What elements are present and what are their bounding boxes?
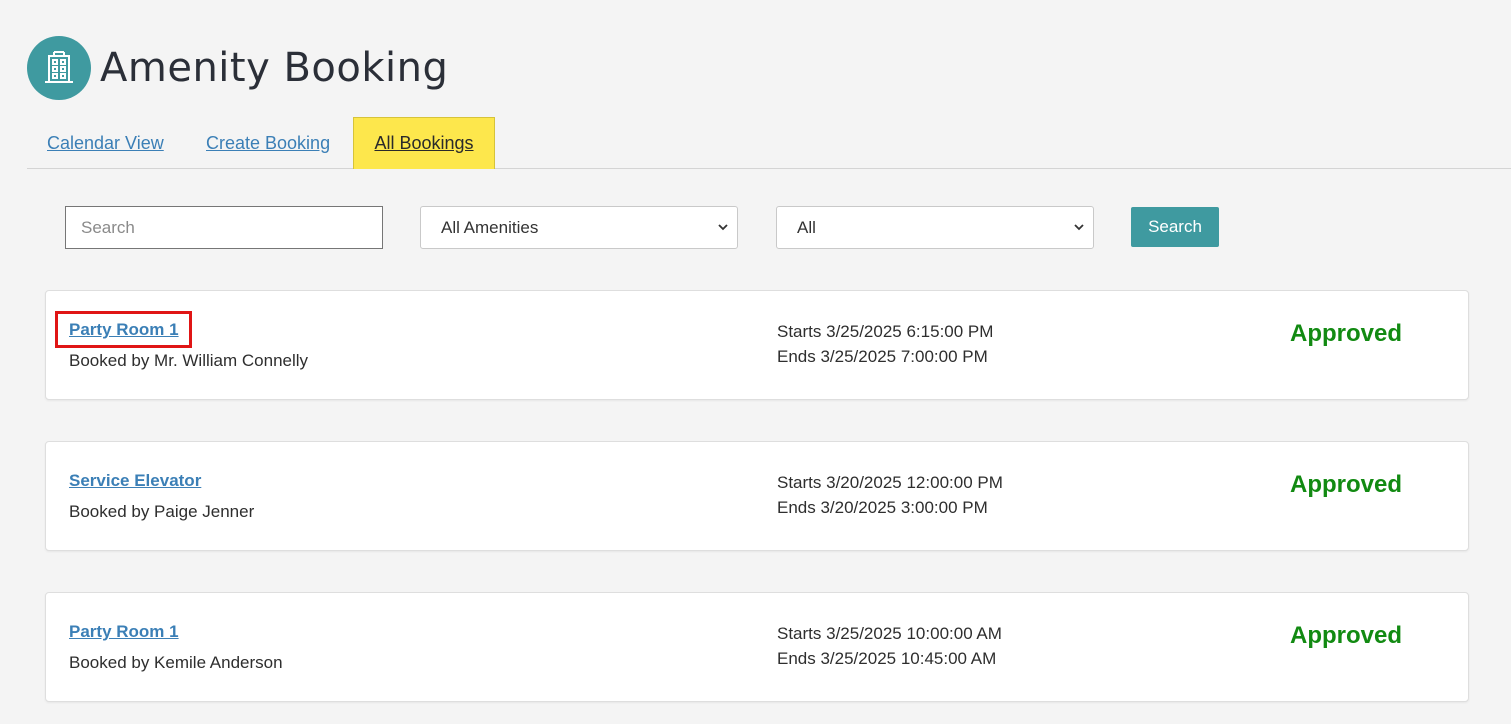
tab-calendar-view[interactable]: Calendar View <box>47 117 164 169</box>
amenity-select[interactable]: All Amenities <box>420 206 738 249</box>
chevron-down-icon <box>718 224 728 231</box>
chevron-down-icon <box>1074 224 1084 231</box>
building-icon <box>27 36 91 100</box>
booking-card: Service Elevator Booked by Paige Jenner … <box>45 441 1469 551</box>
search-input[interactable] <box>65 206 383 249</box>
start-time: Starts 3/25/2025 10:00:00 AM <box>777 624 1002 643</box>
end-time: Ends 3/25/2025 7:00:00 PM <box>777 347 988 366</box>
app-header: Amenity Booking <box>27 36 448 100</box>
page-title: Amenity Booking <box>100 45 449 91</box>
status-badge: Approved <box>1290 320 1403 347</box>
amenity-booking-page: Amenity Booking Calendar View Create Boo… <box>0 0 1511 724</box>
status-select-value: All <box>797 217 816 237</box>
start-time: Starts 3/20/2025 12:00:00 PM <box>777 473 1003 492</box>
start-time: Starts 3/25/2025 6:15:00 PM <box>777 322 994 341</box>
status-select[interactable]: All <box>776 206 1094 249</box>
amenity-link[interactable]: Service Elevator <box>69 471 201 491</box>
booked-by-text: Booked by Paige Jenner <box>69 502 255 521</box>
booking-times: Starts 3/25/2025 10:00:00 AM Ends 3/25/2… <box>777 621 1002 671</box>
end-time: Ends 3/20/2025 3:00:00 PM <box>777 498 988 517</box>
tab-create-booking[interactable]: Create Booking <box>206 117 330 169</box>
status-badge: Approved <box>1290 471 1403 498</box>
search-button[interactable]: Search <box>1131 207 1219 247</box>
tab-bar: Calendar View Create Booking All Booking… <box>27 117 1511 169</box>
amenity-link[interactable]: Party Room 1 <box>69 622 179 642</box>
tab-all-bookings[interactable]: All Bookings <box>353 117 495 169</box>
booking-card: Party Room 1 Booked by Mr. William Conne… <box>45 290 1469 400</box>
status-badge: Approved <box>1290 622 1403 649</box>
booking-card: Party Room 1 Booked by Kemile Anderson S… <box>45 592 1469 702</box>
booked-by-text: Booked by Kemile Anderson <box>69 653 283 672</box>
booking-times: Starts 3/25/2025 6:15:00 PM Ends 3/25/20… <box>777 319 993 369</box>
booking-times: Starts 3/20/2025 12:00:00 PM Ends 3/20/2… <box>777 470 1003 520</box>
booked-by-text: Booked by Mr. William Connelly <box>69 351 309 370</box>
amenity-link[interactable]: Party Room 1 <box>69 320 179 340</box>
amenity-select-value: All Amenities <box>441 217 539 237</box>
end-time: Ends 3/25/2025 10:45:00 AM <box>777 649 997 668</box>
